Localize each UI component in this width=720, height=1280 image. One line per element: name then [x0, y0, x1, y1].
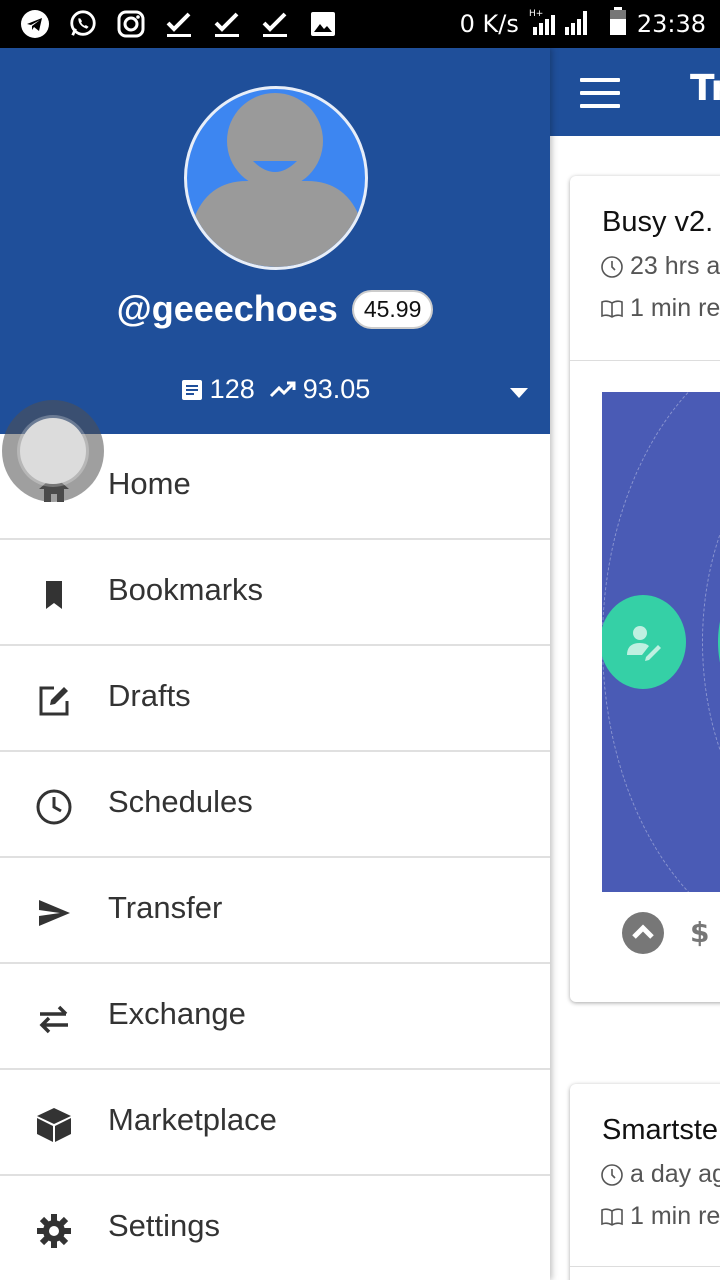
divider [570, 360, 720, 361]
voting-power: 93.05 [302, 374, 371, 404]
whatsapp-icon [68, 9, 98, 39]
posts-stat: 128 [180, 374, 255, 405]
profile-stats: 128 93.05 [0, 374, 550, 405]
menu-icon[interactable] [580, 78, 620, 108]
menu-item-exchange[interactable]: Exchange [0, 964, 550, 1070]
status-right: 0 K/s H+ 23:38 [460, 0, 706, 48]
clock: 23:38 [636, 10, 706, 38]
post-time-text: 23 hrs a [630, 252, 720, 280]
trending-up-icon [269, 381, 296, 397]
menu-item-drafts[interactable]: Drafts [0, 646, 550, 752]
signal-icon: H+ [529, 7, 599, 41]
post-read-text: 1 min re [630, 1202, 720, 1230]
post-time: 23 hrs a [600, 252, 720, 281]
post-card[interactable]: Busy v2. 23 hrs a 1 min re $ 1 [570, 176, 720, 1002]
status-bar: 0 K/s H+ 23:38 [0, 0, 720, 48]
username[interactable]: @geeechoes [117, 288, 338, 330]
navigation-drawer: @geeechoes 45.99 128 93.05 Home Bookmark… [0, 48, 550, 1280]
post-title[interactable]: Smartste [602, 1114, 718, 1147]
post-time-text: a day ag [630, 1160, 720, 1188]
drawer-menu: Home Bookmarks Drafts Schedules Transfer [0, 434, 550, 1280]
clock-icon [34, 787, 74, 827]
posts-count: 128 [209, 374, 255, 404]
exchange-icon [34, 999, 74, 1039]
menu-item-schedules[interactable]: Schedules [0, 752, 550, 858]
clock-icon [601, 255, 623, 278]
notification-icons [0, 9, 338, 39]
post-payout: $ 1 [690, 916, 720, 949]
check-icon [212, 9, 242, 39]
send-icon [34, 893, 74, 933]
cube-icon [34, 1105, 74, 1145]
check-icon [260, 9, 290, 39]
battery-icon [609, 7, 627, 41]
post-time: a day ag [600, 1160, 720, 1189]
upvote-button[interactable] [622, 912, 664, 954]
voting-power-stat: 93.05 [269, 374, 371, 405]
drawer-header: @geeechoes 45.99 128 93.05 [0, 48, 550, 434]
clock-icon [601, 1163, 623, 1186]
bookmark-icon [34, 575, 74, 615]
menu-label: Drafts [108, 678, 191, 713]
post-read-text: 1 min re [630, 294, 720, 322]
net-speed: 0 K/s [459, 10, 519, 38]
gear-icon [34, 1211, 74, 1251]
instagram-icon [116, 9, 146, 39]
menu-item-transfer[interactable]: Transfer [0, 858, 550, 964]
app-title: Tr [690, 68, 720, 109]
menu-label: Marketplace [108, 1102, 277, 1137]
menu-label: Exchange [108, 996, 246, 1031]
menu-label: Settings [108, 1208, 221, 1243]
menu-label: Schedules [108, 784, 253, 819]
user-edit-icon [602, 595, 686, 689]
menu-label: Transfer [108, 890, 223, 925]
touch-ripple [2, 400, 104, 502]
post-title[interactable]: Busy v2. [602, 206, 713, 239]
post-read-time: 1 min re [600, 294, 720, 323]
divider [570, 1266, 720, 1267]
menu-item-marketplace[interactable]: Marketplace [0, 1070, 550, 1176]
post-card[interactable]: Smartste a day ag 1 min re [570, 1084, 720, 1280]
post-read-time: 1 min re [600, 1202, 720, 1231]
reputation-badge: 45.99 [351, 289, 434, 329]
image-icon [308, 9, 338, 39]
book-icon [601, 299, 623, 318]
article-icon [181, 379, 202, 400]
book-icon [601, 1207, 623, 1226]
menu-label: Home [108, 466, 191, 501]
svg-text:H+: H+ [529, 9, 543, 19]
avatar[interactable] [184, 86, 368, 270]
profile-name-row: @geeechoes 45.99 [0, 288, 550, 330]
menu-item-settings[interactable]: Settings [0, 1176, 550, 1280]
edit-icon [34, 681, 74, 721]
post-image[interactable] [602, 392, 720, 892]
chevron-down-icon[interactable] [510, 388, 528, 398]
check-icon [164, 9, 194, 39]
menu-label: Bookmarks [108, 572, 264, 607]
telegram-icon [20, 9, 50, 39]
menu-item-bookmarks[interactable]: Bookmarks [0, 540, 550, 646]
